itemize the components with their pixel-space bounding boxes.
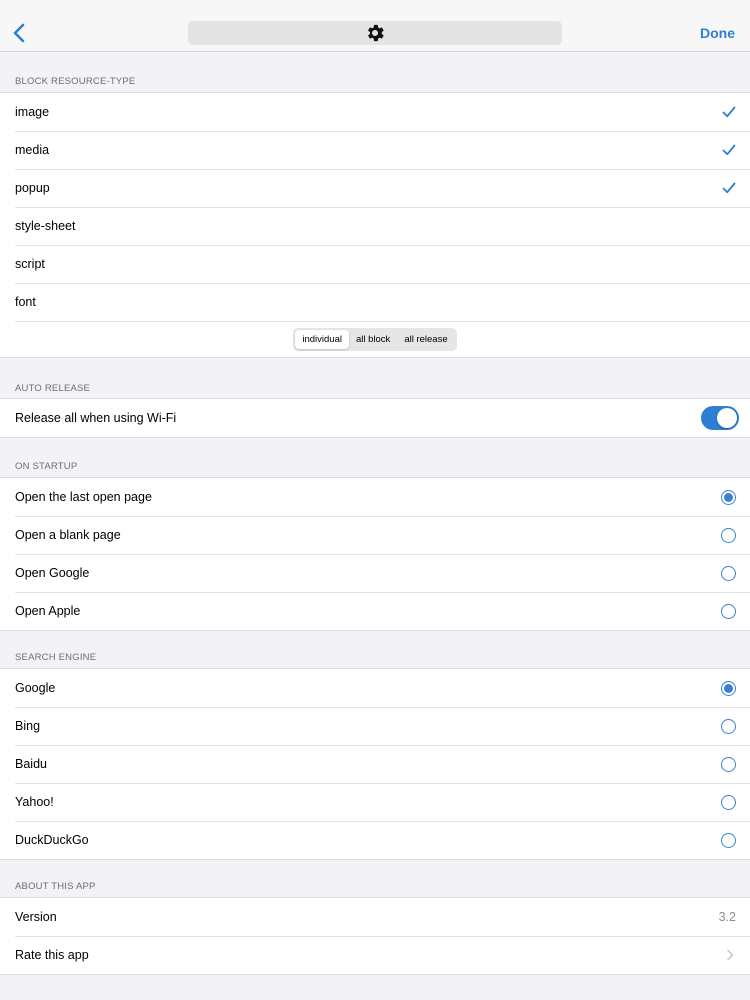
row-label: Version [15,910,57,924]
resource-row-image[interactable]: image [0,93,750,131]
row-label: popup [15,181,50,195]
row-label: Open Google [15,566,90,580]
row-label: Release all when using Wi-Fi [15,411,177,425]
row-label: Rate this app [15,948,89,962]
chevron-right-icon [727,949,734,961]
section-header-auto-release: AUTO RELEASE [15,383,91,394]
segment-all-block[interactable]: all block [349,330,397,349]
row-label: Google [15,681,56,695]
row-label: DuckDuckGo [15,833,89,847]
wifi-release-row: Release all when using Wi-Fi [0,399,750,437]
gear-icon [368,24,384,42]
row-label: style-sheet [15,219,76,233]
startup-option-last-page[interactable]: Open the last open page [0,478,750,516]
section-header-block-resource: BLOCK RESOURCE-TYPE [15,76,136,87]
row-label: Open a blank page [15,528,121,542]
resource-row-popup[interactable]: popup [0,169,750,207]
checkmark-icon [722,182,736,194]
resource-row-font[interactable]: font [0,283,750,321]
resource-row-script[interactable]: script [0,245,750,283]
engine-option-google[interactable]: Google [0,669,750,707]
segment-individual[interactable]: individual [295,329,349,349]
radio-unselected[interactable] [721,832,736,848]
section-header-about: ABOUT THIS APP [15,881,96,892]
checkmark-icon [722,106,736,118]
engine-option-bing[interactable]: Bing [0,707,750,745]
checkmark-icon [722,144,736,156]
chevron-left-icon[interactable] [10,22,30,44]
radio-unselected[interactable] [721,603,736,619]
radio-unselected[interactable] [721,756,736,772]
row-label: media [15,143,50,157]
version-row: Version 3.2 [0,898,750,936]
toggle-knob [717,408,737,428]
radio-selected[interactable] [721,489,736,505]
row-label: Open the last open page [15,490,152,504]
row-label: font [15,295,36,309]
engine-option-baidu[interactable]: Baidu [0,745,750,783]
row-label: Baidu [15,757,47,771]
row-label: Bing [15,719,41,733]
row-label: script [15,257,45,271]
block-mode-segmented-control: individual all block all release [293,327,457,351]
radio-unselected[interactable] [721,565,736,581]
radio-unselected[interactable] [721,527,736,543]
section-header-search-engine: SEARCH ENGINE [15,652,97,663]
section-header-on-startup: ON STARTUP [15,461,78,472]
startup-option-google[interactable]: Open Google [0,554,750,592]
startup-option-blank-page[interactable]: Open a blank page [0,516,750,554]
engine-option-duckduckgo[interactable]: DuckDuckGo [0,821,750,859]
startup-option-apple[interactable]: Open Apple [0,592,750,630]
wifi-release-toggle[interactable] [701,406,739,430]
row-label: image [15,105,50,119]
block-mode-segment-row: individual all block all release [0,321,750,357]
block-resource-group: image media popup style-sheet script fon… [0,92,750,358]
resource-row-media[interactable]: media [0,131,750,169]
auto-release-group: Release all when using Wi-Fi [0,398,750,438]
about-group: Version 3.2 Rate this app [0,897,750,975]
row-label: Yahoo! [15,795,54,809]
search-engine-group: Google Bing Baidu Yahoo! DuckDuckGo [0,668,750,860]
on-startup-group: Open the last open page Open a blank pag… [0,477,750,631]
row-label: Open Apple [15,604,81,618]
engine-option-yahoo[interactable]: Yahoo! [0,783,750,821]
resource-row-style-sheet[interactable]: style-sheet [0,207,750,245]
done-button[interactable]: Done [700,25,735,41]
radio-selected[interactable] [721,680,736,696]
version-value: 3.2 [718,910,736,924]
radio-unselected[interactable] [721,718,736,734]
radio-unselected[interactable] [721,794,736,810]
rate-app-row[interactable]: Rate this app [0,936,750,974]
segment-all-release[interactable]: all release [397,330,454,349]
navigation-bar: Done [0,0,750,52]
